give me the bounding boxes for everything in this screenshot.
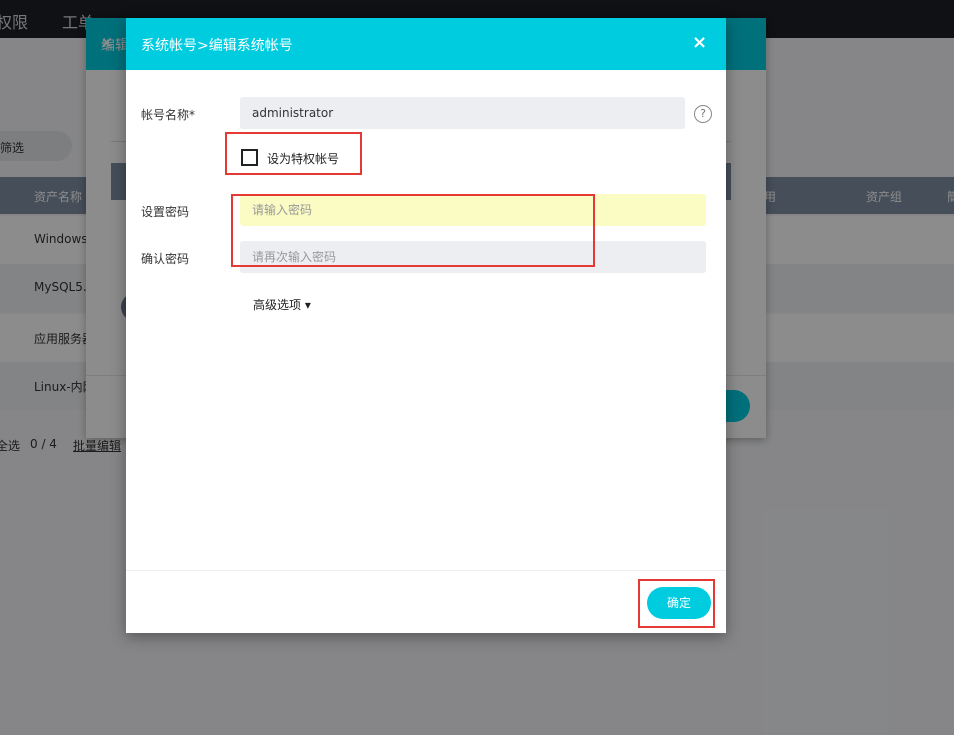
- help-icon[interactable]: ?: [694, 105, 712, 123]
- highlight-box: [225, 132, 362, 175]
- highlight-box: [231, 194, 595, 267]
- highlight-box: [638, 579, 715, 628]
- password-label: 设置密码: [141, 205, 190, 219]
- confirm-password-label: 确认密码: [141, 252, 190, 266]
- close-icon[interactable]: ×: [692, 32, 707, 53]
- account-name-field[interactable]: [240, 97, 685, 129]
- edit-system-account-modal: 系统帐号>编辑系统帐号 × 帐号名称* ? 设为特权帐号 设置密码 确认密码 高…: [126, 18, 726, 633]
- modal-title: 系统帐号>编辑系统帐号: [141, 38, 293, 54]
- modal-header: 系统帐号>编辑系统帐号 ×: [126, 18, 726, 70]
- advanced-options-toggle[interactable]: 高级选项 ▾: [253, 296, 311, 313]
- divider: [126, 570, 726, 571]
- account-name-label: 帐号名称*: [141, 108, 196, 122]
